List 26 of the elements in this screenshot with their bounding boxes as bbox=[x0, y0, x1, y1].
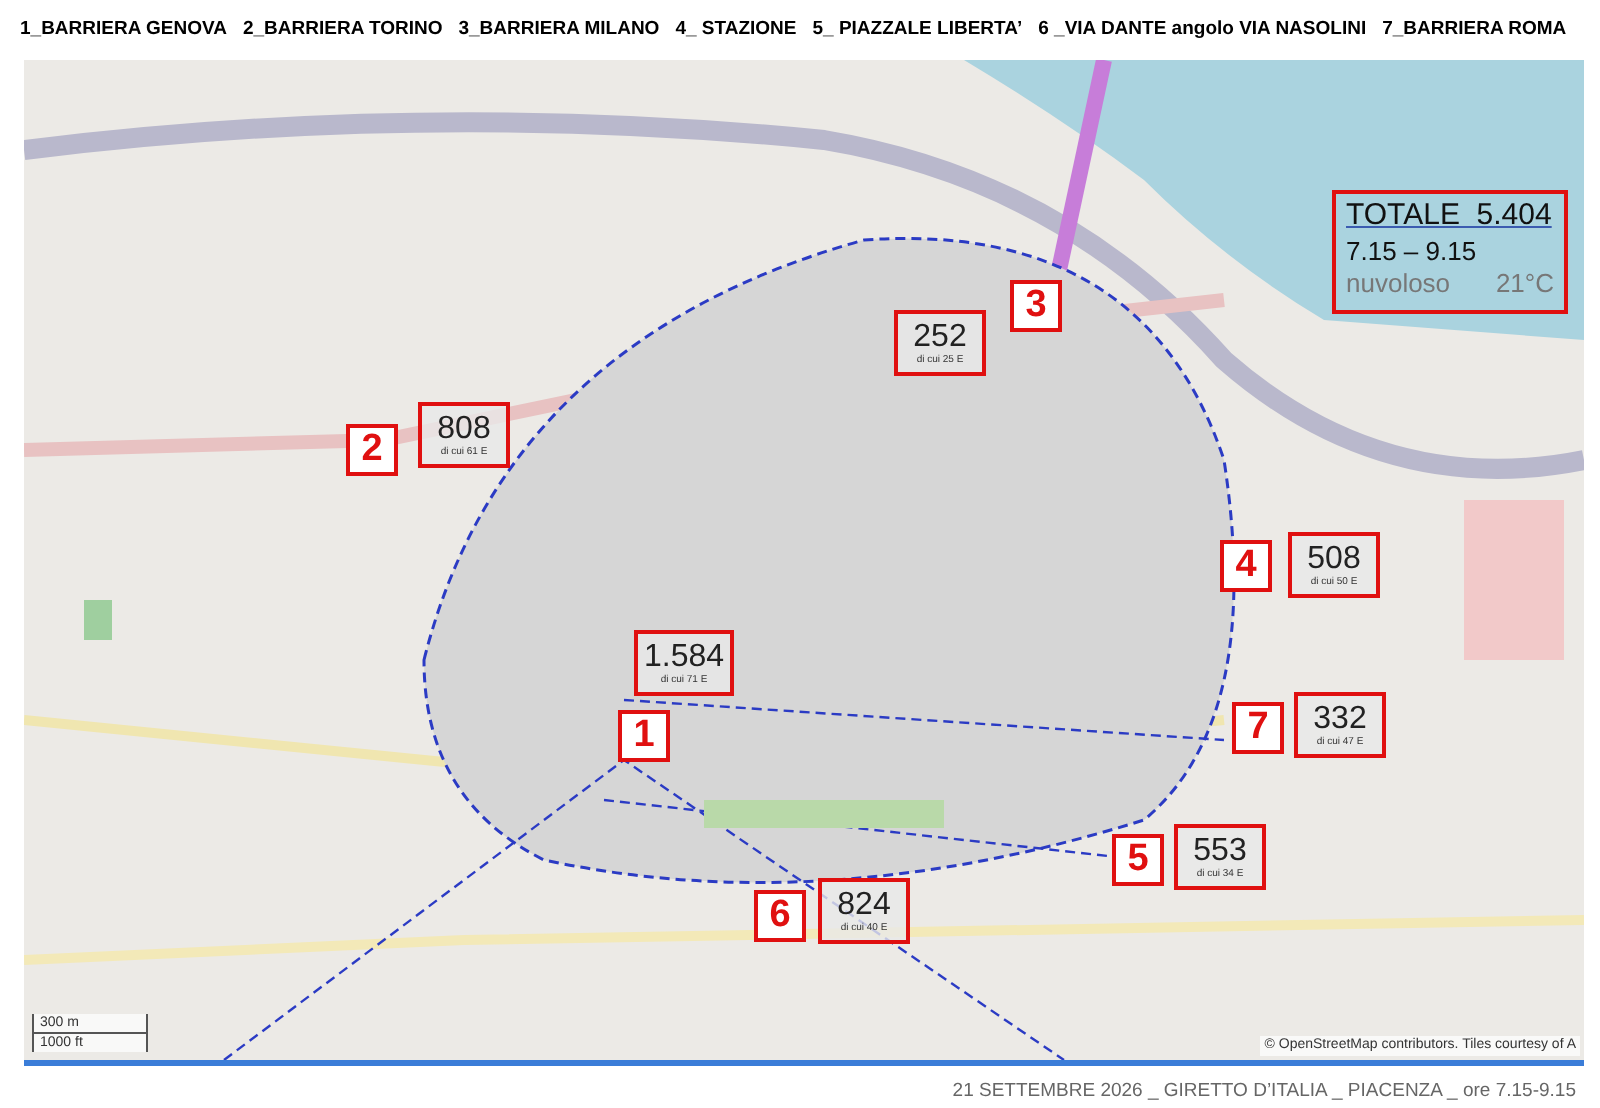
weather-text: nuvoloso bbox=[1346, 268, 1451, 301]
legend-item: 1_BARRIERA GENOVA bbox=[20, 16, 227, 44]
legend-item: 2_BARRIERA TORINO bbox=[242, 16, 443, 44]
total-title: TOTALE 5.404 bbox=[1346, 198, 1554, 236]
station-number: 6 bbox=[754, 890, 806, 942]
time-range: 7.15 – 9.15 bbox=[1346, 235, 1479, 268]
count-value: 824 bbox=[837, 889, 891, 921]
count-value: 508 bbox=[1307, 543, 1361, 575]
station-number: 2 bbox=[346, 424, 398, 476]
count-value: 332 bbox=[1313, 703, 1367, 735]
station-number: 7 bbox=[1232, 702, 1284, 754]
temperature-text: 21°C bbox=[1495, 268, 1554, 301]
legend-item: 7_BARRIERA ROMA bbox=[1382, 16, 1567, 44]
station-number: 4 bbox=[1220, 540, 1272, 592]
station-number: 3 bbox=[1010, 280, 1062, 332]
station-number: 5 bbox=[1112, 834, 1164, 886]
legend-item: 5_ PIAZZALE LIBERTA’ bbox=[812, 16, 1023, 44]
legend-item: 3_BARRIERA MILANO bbox=[458, 16, 660, 44]
count-value: 553 bbox=[1193, 835, 1247, 867]
footer-caption: 21 SETTEMBRE 2026 _ GIRETTO D’ITALIA _ PIACENZA _ ore 7.15-9.15 bbox=[952, 1078, 1576, 1106]
count-value: 252 bbox=[913, 321, 967, 353]
count-value: 1.584 bbox=[644, 641, 725, 673]
legend-item: 6 _VIA DANTE angolo VIA NASOLINI bbox=[1038, 16, 1367, 44]
count-value: 808 bbox=[437, 413, 491, 445]
station-number: 1 bbox=[618, 710, 670, 762]
legend-item: 4_ STAZIONE bbox=[675, 16, 797, 44]
